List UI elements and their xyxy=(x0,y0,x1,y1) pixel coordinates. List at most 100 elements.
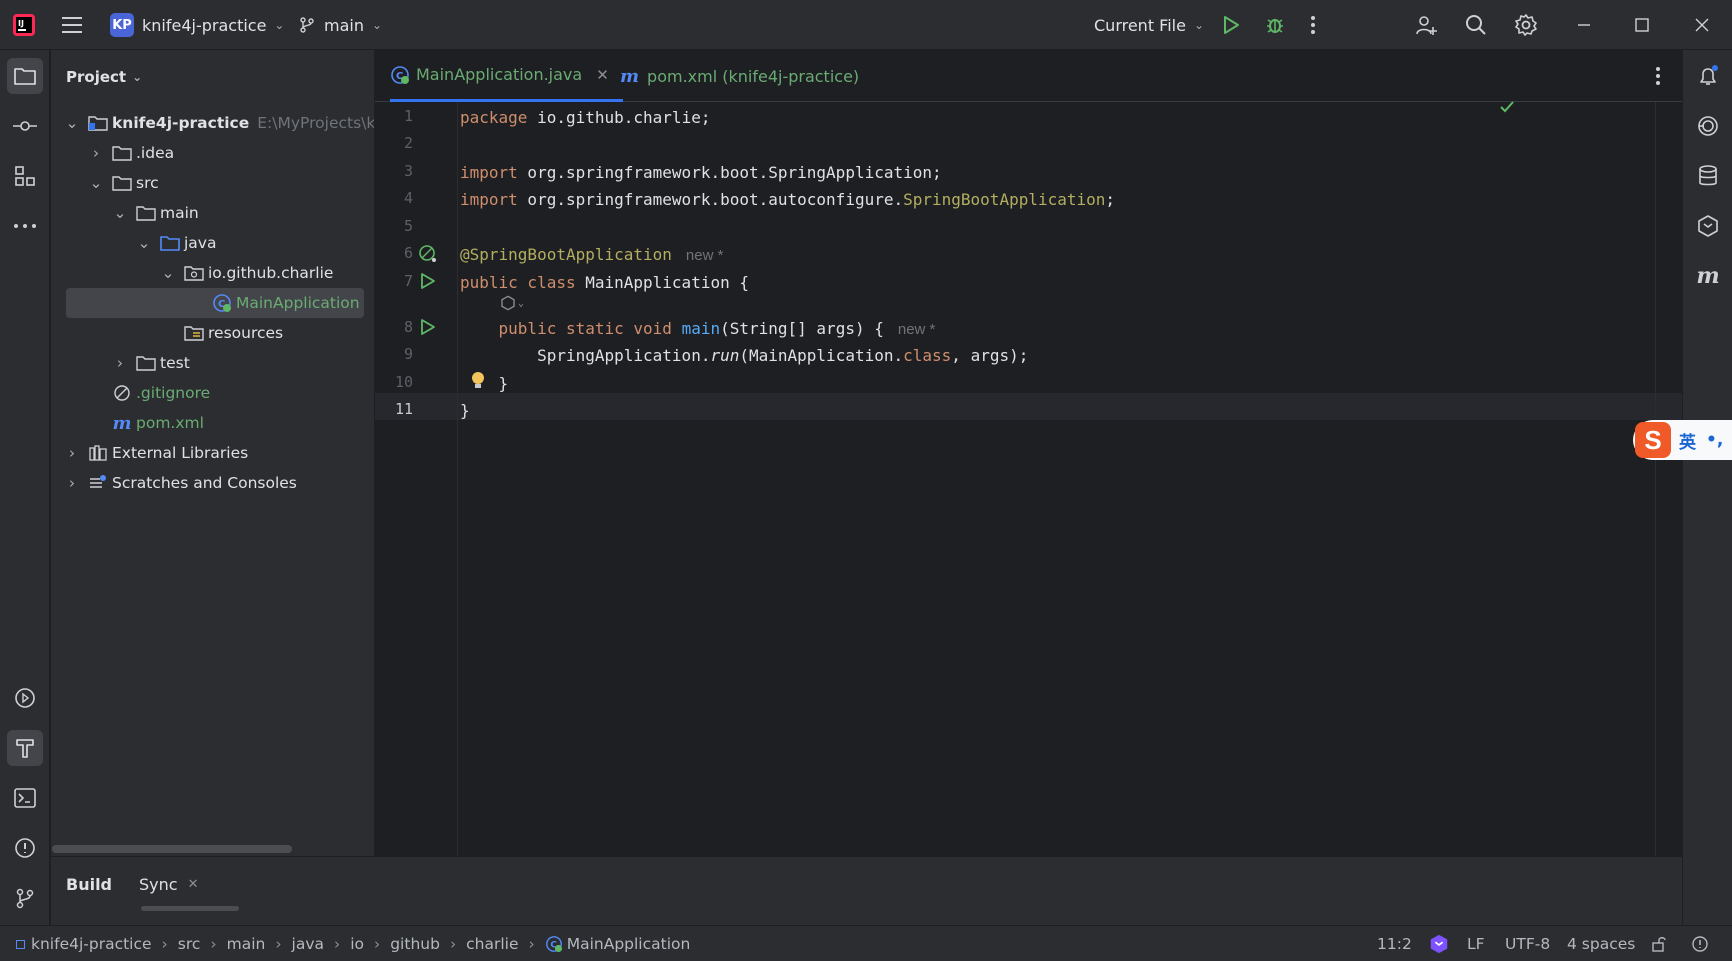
settings-gear-icon[interactable] xyxy=(1514,0,1538,50)
maximize-button[interactable] xyxy=(1634,0,1650,50)
chevron-down-icon: ⌄ xyxy=(89,174,103,192)
folder-icon xyxy=(136,204,156,222)
ai-assistant-button[interactable] xyxy=(1690,108,1726,144)
project-switcher[interactable]: KP knife4j-practice ⌄ xyxy=(110,0,284,50)
build-tool-button[interactable] xyxy=(7,730,43,766)
code-token: class xyxy=(903,346,952,365)
status-bar: knife4j-practice › src › main › java › io › g… xyxy=(0,925,1732,961)
tab-sync[interactable]: Sync ✕ xyxy=(139,875,198,894)
notifications-button[interactable] xyxy=(1690,58,1726,94)
tab-scroll-thumb[interactable] xyxy=(141,906,239,911)
branch-name: main xyxy=(324,15,364,35)
more-tabs-icon[interactable] xyxy=(1655,66,1661,90)
git-tool-button[interactable] xyxy=(7,880,43,916)
structure-tool-button[interactable] xyxy=(7,158,43,194)
maven-button[interactable]: m xyxy=(1690,258,1726,294)
vertical-scrollbar-track[interactable] xyxy=(1655,102,1656,856)
code-line-4: import org.springframework.boot.autoconf… xyxy=(460,187,1115,213)
inlay-plugin-hint[interactable]: ⌄ xyxy=(500,295,524,311)
lock-icon[interactable] xyxy=(1651,926,1667,961)
tree-item-src[interactable]: ⌄ src xyxy=(88,168,159,198)
more-tools-icon[interactable] xyxy=(7,208,43,244)
resources-folder-icon xyxy=(184,324,204,342)
branch-switcher[interactable]: main ⌄ xyxy=(298,0,382,50)
code-token: io.github.charlie; xyxy=(527,108,711,127)
no-problems-check-icon[interactable] xyxy=(1499,100,1515,118)
terminal-tool-button[interactable] xyxy=(7,780,43,816)
problems-tool-button[interactable] xyxy=(7,830,43,866)
tree-item-gitignore[interactable]: .gitignore xyxy=(88,378,210,408)
tree-label: pom.xml xyxy=(136,414,204,432)
close-icon[interactable]: ✕ xyxy=(596,66,609,84)
ime-toolbar[interactable]: S 英 •, xyxy=(1633,420,1732,460)
tab-mainapplication[interactable]: C MainApplication.java ✕ xyxy=(390,50,623,102)
breadcrumb-item[interactable]: knife4j-practice xyxy=(31,935,152,953)
tree-item-java[interactable]: ⌄ java xyxy=(136,228,217,258)
code-area[interactable]: package io.github.charlie; import org.sp… xyxy=(460,102,1660,856)
commit-tool-button[interactable] xyxy=(7,108,43,144)
tree-item-mainapplication[interactable]: C MainApplication xyxy=(66,288,364,318)
main-menu-icon[interactable] xyxy=(60,0,86,50)
tree-item-pom[interactable]: m pom.xml xyxy=(88,408,204,438)
horizontal-scrollbar[interactable] xyxy=(52,845,292,853)
plugin-icon xyxy=(1698,215,1718,237)
ime-punctuation[interactable]: •, xyxy=(1706,430,1723,450)
line-number: 11 xyxy=(394,400,413,418)
ai-plugin-status-icon[interactable] xyxy=(1428,926,1450,961)
search-icon[interactable] xyxy=(1464,0,1488,50)
code-token: org.springframework.boot.autoconfigure. xyxy=(517,190,904,209)
project-panel-header[interactable]: Project ⌄ xyxy=(66,68,142,86)
project-tool-button[interactable] xyxy=(7,58,43,94)
tree-item-package[interactable]: ⌄ io.github.charlie xyxy=(160,258,334,288)
tree-item-scratches[interactable]: › Scratches and Consoles xyxy=(64,468,297,498)
breadcrumb-item[interactable]: charlie xyxy=(466,935,518,953)
code-with-me-icon[interactable] xyxy=(1414,0,1438,50)
tree-item-external-libraries[interactable]: › External Libraries xyxy=(64,438,248,468)
tree-item-test[interactable]: › test xyxy=(112,348,190,378)
breadcrumb-item[interactable]: github xyxy=(390,935,440,953)
caret-position[interactable]: 11:2 xyxy=(1377,926,1412,961)
maven-icon: m xyxy=(112,412,132,434)
problems-status-icon[interactable] xyxy=(1691,926,1709,961)
close-icon[interactable]: ✕ xyxy=(188,877,199,892)
line-number: 7 xyxy=(403,272,413,290)
run-config-selector[interactable]: Current File ⌄ xyxy=(1094,0,1204,50)
run-gutter-icon[interactable] xyxy=(420,272,436,294)
plugin-button[interactable] xyxy=(1690,208,1726,244)
database-button[interactable] xyxy=(1690,158,1726,194)
debug-button[interactable] xyxy=(1264,0,1286,50)
line-ending[interactable]: LF xyxy=(1467,926,1485,961)
tree-item-resources[interactable]: resources xyxy=(160,318,283,348)
tree-label: knife4j-practice xyxy=(112,114,250,132)
inlay-hint[interactable]: new * xyxy=(898,321,936,338)
app-logo[interactable]: IJ xyxy=(12,0,36,50)
breadcrumb-item[interactable]: MainApplication xyxy=(567,935,691,953)
indent-setting[interactable]: 4 spaces xyxy=(1567,926,1635,961)
tree-item-main[interactable]: ⌄ main xyxy=(112,198,199,228)
services-tool-button[interactable] xyxy=(7,680,43,716)
tab-pom[interactable]: m pom.xml (knife4j-practice) xyxy=(620,50,859,102)
ime-language[interactable]: 英 xyxy=(1679,428,1696,453)
run-button[interactable] xyxy=(1222,0,1240,50)
code-token: } xyxy=(460,401,470,420)
more-actions-icon[interactable] xyxy=(1310,0,1316,50)
minimize-button[interactable] xyxy=(1576,0,1592,50)
spring-bean-gutter-icon[interactable] xyxy=(418,244,438,268)
chevron-down-icon: ⌄ xyxy=(137,234,151,252)
breadcrumb-item[interactable]: src xyxy=(178,935,201,953)
code-line-6: @SpringBootApplication new * xyxy=(460,242,723,268)
close-window-button[interactable] xyxy=(1694,0,1710,50)
run-gutter-icon[interactable] xyxy=(420,318,436,340)
breadcrumb-item[interactable]: java xyxy=(292,935,324,953)
breadcrumb-item[interactable]: main xyxy=(227,935,266,953)
tree-path-hint: E:\MyProjects\knif xyxy=(257,114,375,132)
file-encoding[interactable]: UTF-8 xyxy=(1505,926,1550,961)
module-icon xyxy=(16,939,25,949)
tree-item-idea[interactable]: › .idea xyxy=(88,138,174,168)
inlay-hint[interactable]: new * xyxy=(686,247,724,264)
chevron-down-icon: ⌄ xyxy=(274,18,285,32)
tree-item-project-root[interactable]: ⌄ knife4j-practice E:\MyProjects\knif xyxy=(64,108,375,138)
code-token: SpringApplication. xyxy=(537,346,711,365)
breadcrumb-item[interactable]: io xyxy=(350,935,364,953)
tab-build[interactable]: Build xyxy=(66,875,112,894)
